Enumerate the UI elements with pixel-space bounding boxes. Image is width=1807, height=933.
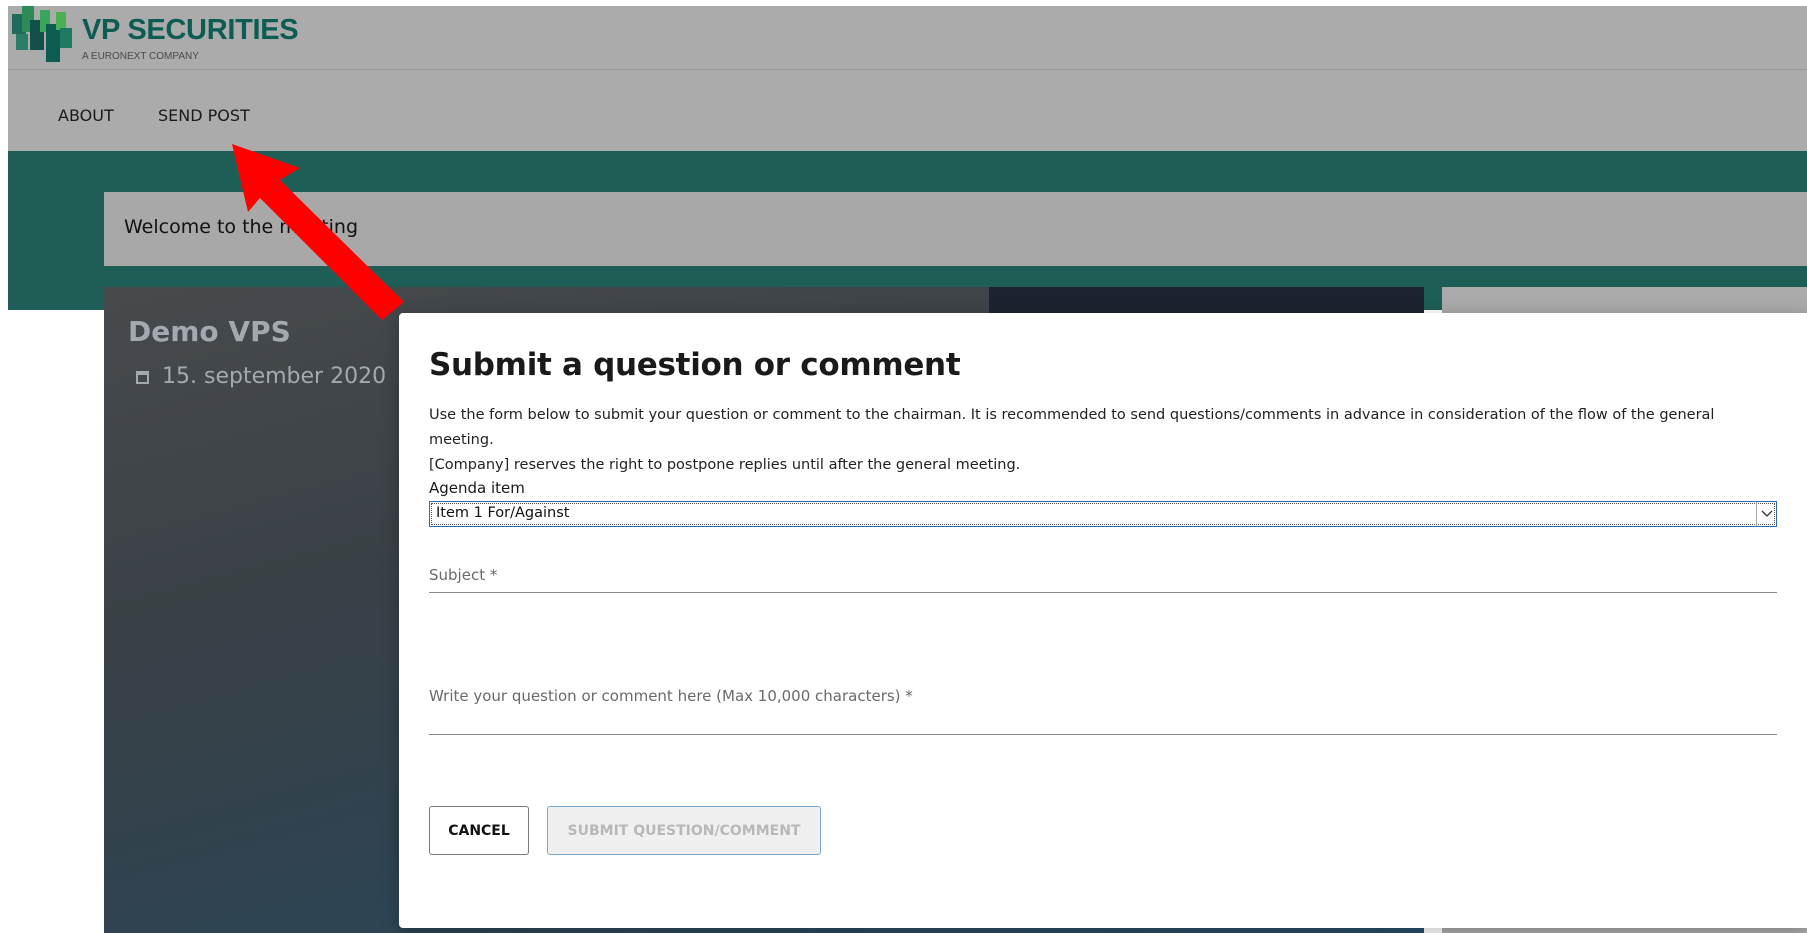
dialog-title: Submit a question or comment: [429, 347, 961, 383]
submit-question-dialog: Submit a question or comment Use the for…: [399, 313, 1807, 928]
nav-item-about[interactable]: ABOUT: [58, 106, 114, 125]
chevron-down-glyph: [1761, 510, 1772, 517]
vp-logo-icon: [12, 6, 72, 62]
main-nav: ABOUT SEND POST: [8, 70, 1807, 151]
site-header: VP SECURITIES A EURONEXT COMPANY: [8, 6, 1807, 70]
meeting-title: Demo VPS: [128, 315, 291, 348]
question-textarea[interactable]: Write your question or comment here (Max…: [429, 687, 1777, 735]
chevron-down-icon[interactable]: [1756, 502, 1776, 526]
agenda-item-label: Agenda item: [429, 479, 525, 497]
logo-subtitle: A EURONEXT COMPANY: [82, 51, 199, 62]
question-placeholder: Write your question or comment here (Max…: [429, 687, 913, 705]
dialog-description: Use the form below to submit your questi…: [429, 403, 1779, 478]
agenda-item-select[interactable]: Item 1 For/Against: [429, 501, 1777, 527]
dialog-description-line-1: Use the form below to submit your questi…: [429, 407, 1715, 448]
subject-field[interactable]: Subject *: [429, 563, 1777, 593]
dialog-description-line-2: [Company] reserves the right to postpone…: [429, 457, 1021, 473]
welcome-bar: Welcome to the meeting: [104, 192, 1807, 266]
calendar-icon: [136, 371, 149, 384]
agenda-item-selected-value: Item 1 For/Against: [436, 505, 570, 521]
welcome-text: Welcome to the meeting: [124, 216, 359, 238]
page: VP SECURITIES A EURONEXT COMPANY ABOUT S…: [0, 0, 1807, 933]
hero-top-strip: [989, 287, 1424, 315]
cancel-button[interactable]: CANCEL: [429, 806, 529, 855]
logo-title: VP SECURITIES: [82, 14, 299, 46]
meeting-date: 15. september 2020: [162, 364, 387, 389]
nav-item-send-post[interactable]: SEND POST: [158, 106, 250, 125]
submit-question-button[interactable]: SUBMIT QUESTION/COMMENT: [547, 806, 821, 855]
subject-placeholder: Subject *: [429, 566, 498, 584]
